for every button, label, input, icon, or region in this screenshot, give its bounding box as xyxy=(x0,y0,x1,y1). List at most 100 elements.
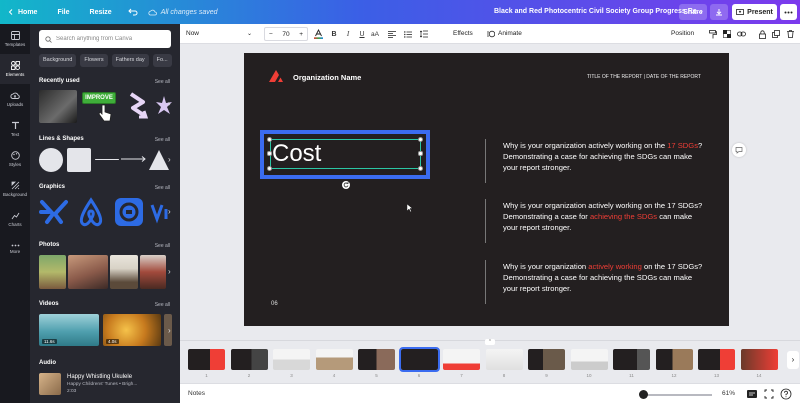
photo-thumbnail[interactable] xyxy=(39,255,66,289)
triangle-shape[interactable] xyxy=(148,148,170,172)
resize-menu[interactable]: Resize xyxy=(90,9,112,16)
resize-handle[interactable] xyxy=(418,166,423,171)
see-all-link[interactable]: See all xyxy=(155,243,170,249)
photo-thumbnail[interactable] xyxy=(140,255,166,289)
report-title-date[interactable]: TITLE OF THE REPORT | DATE OF THE REPORT xyxy=(587,74,701,80)
audio-title[interactable]: Happy Whistling Ukulele xyxy=(67,374,132,380)
zoom-slider-track[interactable] xyxy=(640,394,712,396)
video-thumbnail[interactable]: 11.6s xyxy=(39,314,99,346)
scroll-right-icon[interactable]: › xyxy=(168,99,178,109)
recent-thumbnail[interactable] xyxy=(39,90,77,123)
see-all-link[interactable]: See all xyxy=(155,137,170,143)
graphic-x-logo[interactable] xyxy=(39,198,69,226)
paragraph-2[interactable]: Why is your organization actively workin… xyxy=(503,200,708,233)
circle-shape[interactable] xyxy=(39,148,63,172)
arrow-line-shape[interactable] xyxy=(121,155,147,163)
see-all-link[interactable]: See all xyxy=(155,79,170,85)
chip[interactable]: Fathers day xyxy=(111,54,149,67)
resize-handle[interactable] xyxy=(267,151,272,156)
page-thumbnail[interactable] xyxy=(698,349,735,370)
search-box[interactable] xyxy=(39,30,171,48)
animate-icon-wrap[interactable] xyxy=(486,27,496,41)
rail-styles[interactable]: Styles xyxy=(0,144,30,174)
lock-button[interactable] xyxy=(756,27,768,41)
graphic-uber-logo[interactable] xyxy=(113,196,145,228)
download-button[interactable] xyxy=(710,4,728,20)
transparency-button[interactable] xyxy=(721,27,733,41)
page-thumbnail[interactable] xyxy=(485,349,523,370)
undo-button[interactable] xyxy=(127,8,142,16)
page-thumbnail[interactable] xyxy=(528,349,565,370)
page-count-button[interactable] xyxy=(746,388,758,400)
zoom-slider-handle[interactable] xyxy=(639,390,649,399)
zoom-level[interactable]: 61% xyxy=(722,390,735,397)
underline-button[interactable]: U xyxy=(356,27,368,41)
filmstrip-toggle-icon[interactable]: ⌃ xyxy=(485,339,495,345)
scroll-right-icon[interactable]: › xyxy=(168,326,178,336)
align-button[interactable] xyxy=(386,27,398,41)
share-button[interactable]: Share xyxy=(679,4,707,20)
file-menu[interactable]: File xyxy=(57,9,69,16)
chip[interactable]: Background xyxy=(39,54,77,67)
paragraph-1[interactable]: Why is your organization actively workin… xyxy=(503,140,708,173)
add-comment-button[interactable] xyxy=(732,143,746,157)
document-title[interactable]: Black and Red Photocentric Civil Society… xyxy=(494,0,703,24)
page-thumbnail[interactable] xyxy=(273,349,310,370)
page-thumbnail[interactable] xyxy=(613,349,650,370)
duplicate-button[interactable] xyxy=(770,27,782,41)
photo-thumbnail[interactable] xyxy=(68,255,108,289)
resize-handle[interactable] xyxy=(267,137,272,142)
rail-elements[interactable]: Elements xyxy=(0,54,30,84)
scroll-right-icon[interactable]: › xyxy=(168,267,178,277)
home-button[interactable]: Home xyxy=(8,9,37,16)
page-thumbnail[interactable] xyxy=(315,349,353,370)
line-shape[interactable] xyxy=(95,159,119,160)
rail-charts[interactable]: Charts xyxy=(0,204,30,234)
format-painter-button[interactable] xyxy=(707,27,719,41)
page-thumbnail[interactable] xyxy=(443,349,480,370)
filmstrip-scroll-right[interactable]: › xyxy=(787,351,799,369)
resize-handle[interactable] xyxy=(418,137,423,142)
font-selector[interactable]: Now ⌄ xyxy=(186,27,256,41)
arrow-graphic[interactable] xyxy=(125,90,151,124)
rail-uploads[interactable]: Uploads xyxy=(0,84,30,114)
scroll-right-icon[interactable]: › xyxy=(168,207,178,217)
delete-button[interactable] xyxy=(784,27,796,41)
selected-heading-text[interactable]: Cost xyxy=(272,139,321,169)
decrease-size-button[interactable]: − xyxy=(269,31,273,38)
page-thumbnail[interactable] xyxy=(188,349,225,370)
letter-case-button[interactable]: aA xyxy=(368,27,382,41)
page-thumbnail[interactable] xyxy=(230,349,268,370)
search-input[interactable] xyxy=(56,36,166,42)
rotate-handle[interactable] xyxy=(342,181,350,189)
see-all-link[interactable]: See all xyxy=(155,185,170,191)
see-all-link[interactable]: See all xyxy=(155,302,170,308)
resize-handle[interactable] xyxy=(267,166,272,171)
scroll-right-icon[interactable]: › xyxy=(168,155,178,165)
page-thumbnail[interactable] xyxy=(570,349,608,370)
spacing-button[interactable] xyxy=(418,27,430,41)
link-button[interactable] xyxy=(735,27,747,41)
text-color-button[interactable] xyxy=(312,27,324,41)
hand-cursor-graphic[interactable] xyxy=(96,103,114,123)
more-options-button[interactable] xyxy=(780,4,797,20)
graphic-airbnb-logo[interactable] xyxy=(75,196,107,228)
rail-background[interactable]: Background xyxy=(0,174,30,204)
photo-thumbnail[interactable] xyxy=(110,255,138,289)
page-thumbnail[interactable] xyxy=(740,349,778,370)
chip[interactable]: Flowers xyxy=(80,54,108,67)
notes-button[interactable]: Notes xyxy=(188,390,205,397)
audio-thumbnail[interactable] xyxy=(39,373,61,395)
rail-templates[interactable]: Templates xyxy=(0,24,30,54)
page-thumbnail[interactable] xyxy=(358,349,395,370)
resize-handle[interactable] xyxy=(418,151,423,156)
graphic-vi-logo[interactable] xyxy=(150,200,170,224)
bold-button[interactable]: B xyxy=(328,27,340,41)
video-thumbnail[interactable]: 4.0s xyxy=(103,314,161,346)
slide-page-number[interactable]: 06 xyxy=(271,301,278,307)
slide-page[interactable]: Organization Name TITLE OF THE REPORT | … xyxy=(244,53,729,326)
chip[interactable]: Fo... xyxy=(152,54,172,67)
page-thumbnail[interactable] xyxy=(655,349,693,370)
fullscreen-button[interactable] xyxy=(763,388,775,400)
paragraph-3[interactable]: Why is your organization actively workin… xyxy=(503,261,708,294)
